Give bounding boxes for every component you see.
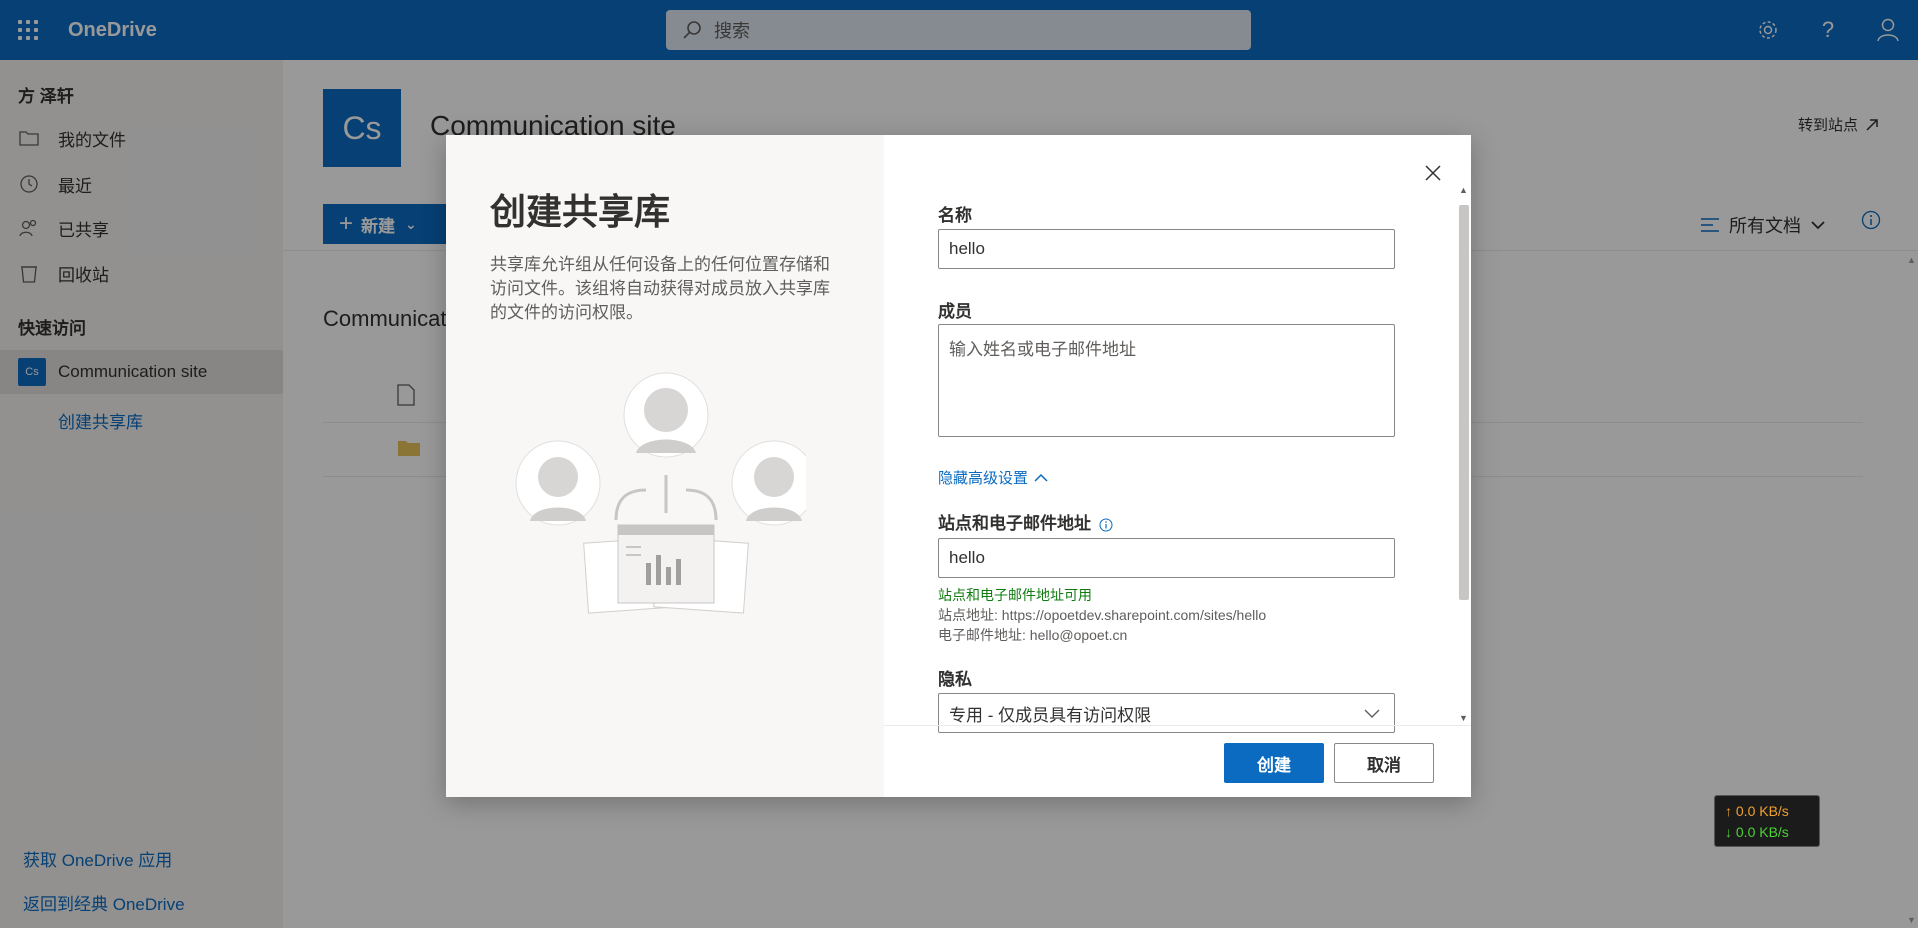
download-speed: ↓ 0.0 KB/s	[1725, 822, 1809, 843]
dialog-intro-panel: 创建共享库 共享库允许组从任何设备上的任何位置存储和访问文件。该组将自动获得对成…	[446, 135, 884, 797]
chevron-up-icon	[1034, 473, 1048, 482]
download-speed-value: 0.0 KB/s	[1735, 824, 1789, 840]
privacy-dropdown[interactable]: 专用 - 仅成员具有访问权限	[938, 693, 1395, 733]
dialog-scrollbar[interactable]: ▲ ▼	[1456, 185, 1471, 725]
availability-message: 站点和电子邮件地址可用	[938, 587, 1092, 603]
scroll-down-icon[interactable]: ▼	[1907, 915, 1916, 925]
scroll-thumb[interactable]	[1459, 205, 1469, 600]
network-speed-widget: ↑ 0.0 KB/s ↓ 0.0 KB/s	[1714, 795, 1820, 847]
dialog-footer-divider	[884, 725, 1471, 726]
arrow-down-icon: ↓	[1725, 824, 1736, 840]
dialog-form-panel: 名称 hello 成员 输入姓名或电子邮件地址 隐藏高级设置 站点和电子邮件地址…	[884, 135, 1471, 797]
upload-speed-value: 0.0 KB/s	[1735, 803, 1789, 819]
email-address-text: 电子邮件地址: hello@opoet.cn	[938, 627, 1128, 643]
advanced-toggle-label: 隐藏高级设置	[938, 470, 1029, 487]
address-label-row: 站点和电子邮件地址	[938, 509, 1113, 534]
close-icon	[1425, 165, 1441, 181]
hide-advanced-settings-toggle[interactable]: 隐藏高级设置	[938, 467, 1048, 488]
members-input[interactable]: 输入姓名或电子邮件地址	[938, 324, 1395, 437]
scroll-down-icon[interactable]: ▼	[1456, 713, 1471, 723]
info-icon[interactable]	[1099, 518, 1113, 532]
page-scrollbar[interactable]: ▲ ▼	[1903, 255, 1918, 928]
create-button[interactable]: 创建	[1224, 743, 1324, 783]
create-shared-library-dialog: 创建共享库 共享库允许组从任何设备上的任何位置存储和访问文件。该组将自动获得对成…	[446, 135, 1471, 797]
name-label: 名称	[938, 206, 972, 225]
dialog-description: 共享库允许组从任何设备上的任何位置存储和访问文件。该组将自动获得对成员放入共享库…	[490, 255, 830, 322]
address-input[interactable]: hello	[938, 538, 1395, 578]
team-illustration	[515, 372, 806, 614]
scroll-up-icon[interactable]: ▲	[1456, 185, 1471, 195]
members-label: 成员	[938, 302, 972, 321]
site-address-text: 站点地址: https://opoetdev.sharepoint.com/si…	[938, 607, 1267, 623]
address-label: 站点和电子邮件地址	[938, 514, 1091, 533]
privacy-value: 专用 - 仅成员具有访问权限	[949, 705, 1152, 725]
dialog-title: 创建共享库	[490, 191, 671, 232]
name-input[interactable]: hello	[938, 229, 1395, 269]
scroll-up-icon[interactable]: ▲	[1907, 255, 1916, 265]
cancel-button[interactable]: 取消	[1334, 743, 1434, 783]
close-button[interactable]	[1421, 161, 1445, 185]
arrow-up-icon: ↑	[1725, 803, 1736, 819]
upload-speed: ↑ 0.0 KB/s	[1725, 801, 1809, 822]
chevron-down-icon	[1364, 709, 1380, 718]
privacy-label: 隐私	[938, 670, 972, 689]
